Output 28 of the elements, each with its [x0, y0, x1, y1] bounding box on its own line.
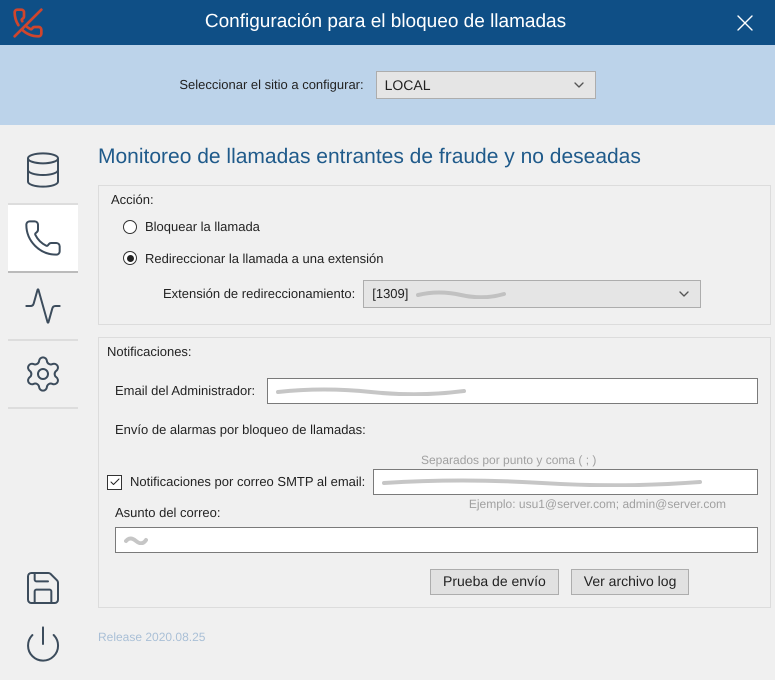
action-button[interactable]: Ver archivo log	[570, 568, 690, 594]
checkbox-label: Notificaciones por correo SMTP al email:	[130, 473, 366, 492]
crossed-phone-icon	[12, 6, 44, 38]
sidebar-tab[interactable]	[8, 205, 78, 273]
radio-option[interactable]: Redireccionar la llamada a una extensión	[123, 248, 746, 268]
pulse-monitor-icon	[23, 286, 63, 326]
smtp-email-field[interactable]	[373, 469, 758, 495]
checkbox[interactable]	[107, 474, 122, 490]
admin-email-field[interactable]	[267, 378, 758, 404]
group-title: Acción:	[111, 190, 155, 208]
hint-text: Ejemplo: usu1@server.com; admin@server.com	[468, 496, 726, 513]
hint-text: Separados por punto y coma ( ; )	[421, 452, 598, 469]
field-label: Extensión de redireccionamiento:	[163, 285, 356, 304]
alarms-label: Envío de alarmas por bloqueo de llamadas:	[115, 420, 367, 439]
site-label: Seleccionar el sitio a configurar:	[179, 76, 364, 94]
section-heading: Monitoreo de llamadas entrantes de fraude y no deseadas	[98, 144, 642, 170]
check-icon	[108, 476, 120, 488]
extension-dropdown[interactable]: [1309]	[363, 280, 702, 308]
action-button[interactable]: Prueba de envío	[430, 568, 559, 594]
release-text: Release 2020.08.25	[98, 628, 206, 646]
site-dropdown[interactable]: LOCAL	[376, 71, 596, 99]
field-label: Asunto del correo:	[115, 504, 221, 522]
radio-option[interactable]: Bloquear la llamada	[123, 217, 746, 236]
phone-icon	[23, 218, 63, 258]
window-title: Configuración para el bloqueo de llamadas	[204, 10, 568, 34]
group-title: Notificaciones:	[107, 343, 193, 361]
field-label: Email del Administrador:	[115, 382, 256, 400]
subject-field[interactable]	[115, 526, 758, 552]
